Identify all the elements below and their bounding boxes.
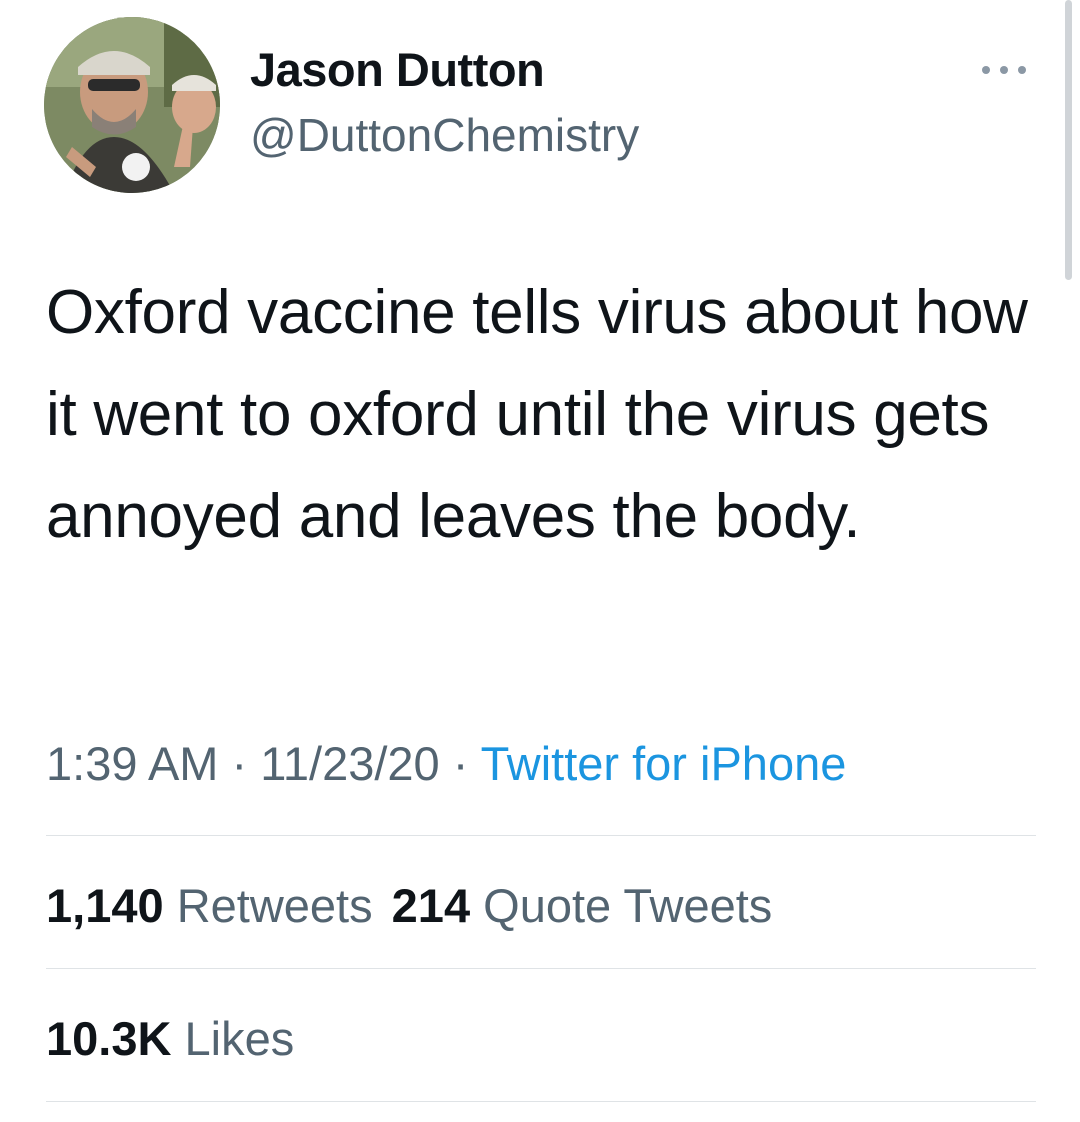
more-dot [1018, 66, 1026, 74]
divider [46, 1101, 1036, 1102]
scrollbar[interactable] [1065, 0, 1072, 280]
tweet-date[interactable]: 11/23/20 [260, 737, 439, 790]
retweets-label: Retweets [176, 879, 373, 932]
quote-tweets-stat[interactable]: 214 Quote Tweets [392, 879, 773, 932]
more-options-icon[interactable] [982, 60, 1026, 80]
tweet-time[interactable]: 1:39 AM [46, 737, 218, 790]
meta-separator: · [452, 737, 469, 790]
likes-stat[interactable]: 10.3K Likes [46, 1012, 294, 1065]
retweets-count: 1,140 [46, 879, 164, 932]
more-dot [982, 66, 990, 74]
engagement-stats: 1,140 Retweets 214 Quote Tweets [46, 878, 772, 933]
divider [46, 835, 1036, 836]
quotes-label: Quote Tweets [483, 879, 773, 932]
tweet-meta: 1:39 AM · 11/23/20 · Twitter for iPhone [46, 736, 846, 791]
meta-separator: · [231, 737, 248, 790]
tweet-text: Oxford vaccine tells virus about how it … [46, 278, 1028, 551]
likes-count: 10.3K [46, 1012, 172, 1065]
more-dot [1000, 66, 1008, 74]
retweets-stat[interactable]: 1,140 Retweets [46, 879, 373, 932]
author-handle[interactable]: @DuttonChemistry [250, 108, 639, 162]
tweet-source-link[interactable]: Twitter for iPhone [481, 737, 847, 790]
likes-stats: 10.3K Likes [46, 1011, 294, 1066]
author-name[interactable]: Jason Dutton [250, 42, 545, 97]
divider [46, 968, 1036, 969]
profile-photo [44, 17, 220, 193]
quotes-count: 214 [391, 879, 471, 932]
likes-label: Likes [184, 1012, 295, 1065]
avatar[interactable] [44, 17, 220, 193]
